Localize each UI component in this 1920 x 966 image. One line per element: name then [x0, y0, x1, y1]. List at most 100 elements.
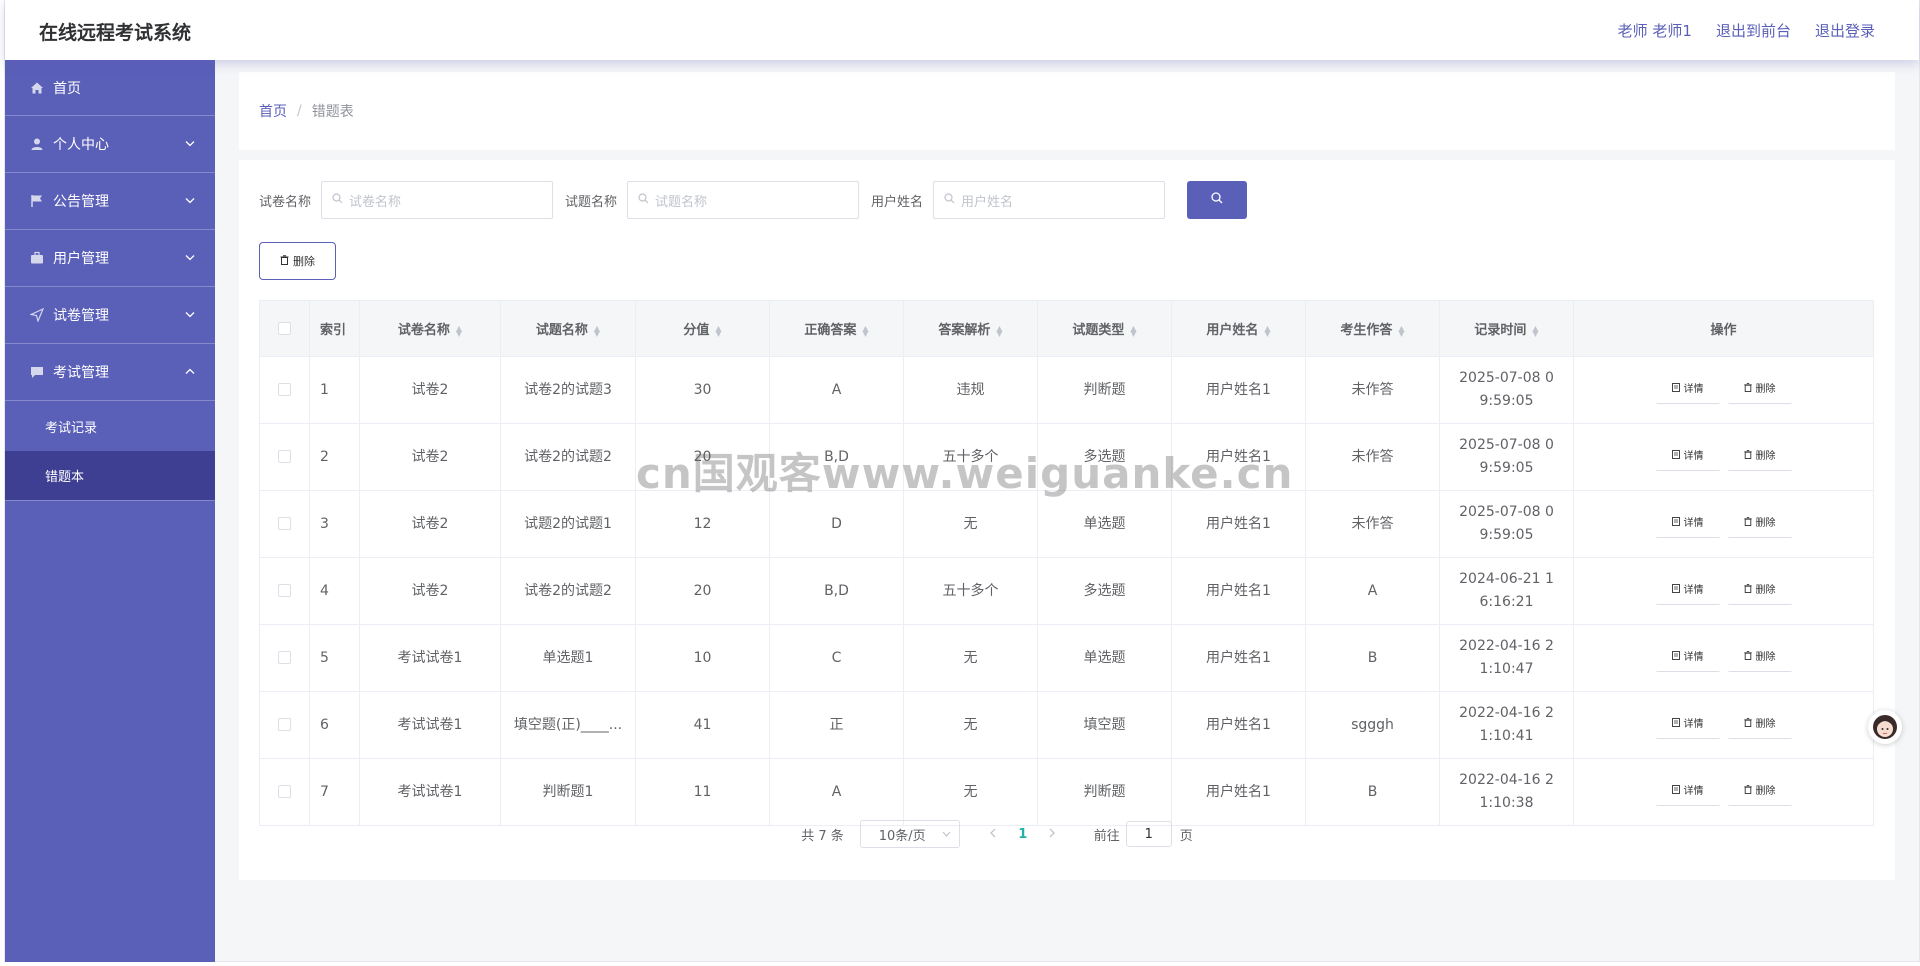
row-checkbox-cell[interactable]	[259, 624, 310, 692]
sidebar-item-home[interactable]: 首页	[5, 60, 215, 116]
row-checkbox-cell[interactable]	[259, 423, 310, 491]
sidebar-item-exams[interactable]: 考试管理	[5, 344, 215, 401]
document-icon	[1671, 445, 1680, 468]
row-checkbox-cell[interactable]	[259, 691, 310, 759]
sidebar-item-notice[interactable]: 公告管理	[5, 173, 215, 230]
sort-icon[interactable]: ▲ ▼	[1532, 324, 1538, 337]
sort-icon[interactable]: ▲ ▼	[862, 324, 868, 337]
sort-icon[interactable]: ▲ ▼	[715, 324, 721, 337]
trash-icon	[1743, 646, 1752, 669]
cell-actions: 详情 删除	[1573, 758, 1874, 826]
row-checkbox[interactable]	[278, 651, 291, 664]
prev-page-button[interactable]	[978, 827, 1008, 842]
cell-score: 10	[635, 624, 770, 692]
delete-button[interactable]: 删除	[1727, 510, 1792, 538]
detail-button[interactable]: 详情	[1655, 376, 1720, 404]
goto-suffix: 页	[1179, 828, 1193, 844]
next-page-button[interactable]	[1038, 827, 1068, 842]
question-name-input[interactable]: 试题名称	[627, 181, 860, 219]
delete-label: 删除	[1755, 786, 1776, 797]
logout-link[interactable]: 退出登录	[1815, 20, 1875, 41]
select-all-checkbox-cell[interactable]	[259, 300, 310, 357]
col-answer[interactable]: 正确答案 ▲ ▼	[769, 300, 904, 357]
row-checkbox-cell[interactable]	[259, 758, 310, 826]
detail-button[interactable]: 详情	[1655, 644, 1720, 672]
cell-paper: 考试试卷1	[359, 691, 501, 759]
page-number-current[interactable]: 1	[1008, 827, 1038, 842]
sort-icon[interactable]: ▲ ▼	[996, 324, 1002, 337]
paper-name-input[interactable]: 试卷名称	[321, 181, 554, 219]
col-label: 正确答案	[804, 323, 857, 338]
cell-time: 2022-04-16 21:10:47	[1439, 624, 1574, 692]
col-response[interactable]: 考生作答 ▲ ▼	[1305, 300, 1440, 357]
batch-delete-button[interactable]: 删除	[259, 242, 336, 280]
breadcrumb-home[interactable]: 首页	[259, 101, 287, 121]
sort-icon[interactable]: ▲ ▼	[1398, 324, 1404, 337]
row-checkbox[interactable]	[278, 785, 291, 798]
sidebar-subitem-exam-records[interactable]: 考试记录	[5, 401, 215, 451]
delete-button[interactable]: 删除	[1727, 778, 1792, 806]
delete-button[interactable]: 删除	[1727, 443, 1792, 471]
sidebar-item-papers[interactable]: 试卷管理	[5, 287, 215, 344]
cell-analysis: 五十多个	[903, 557, 1038, 625]
cell-answer: A	[769, 758, 904, 826]
search-icon	[1211, 192, 1223, 208]
row-checkbox[interactable]	[278, 383, 291, 396]
delete-button[interactable]: 删除	[1727, 577, 1792, 605]
row-checkbox-cell[interactable]	[259, 557, 310, 625]
select-all-checkbox[interactable]	[278, 322, 291, 335]
home-icon	[29, 80, 45, 96]
current-user-label[interactable]: 老师 老师1	[1618, 20, 1692, 41]
search-button[interactable]	[1187, 181, 1248, 219]
document-icon	[1671, 780, 1680, 803]
cell-type: 单选题	[1037, 624, 1172, 692]
question-name-placeholder: 试题名称	[655, 194, 708, 210]
sidebar-subitem-wrong-book[interactable]: 错题本	[5, 451, 215, 501]
goto-page-input[interactable]: 1	[1125, 821, 1172, 847]
page-size-select[interactable]: 10条/页	[859, 820, 960, 848]
delete-button[interactable]: 删除	[1727, 644, 1792, 672]
cell-time: 2022-04-16 21:10:41	[1439, 691, 1574, 759]
sort-icon[interactable]: ▲ ▼	[594, 324, 600, 337]
row-checkbox[interactable]	[278, 450, 291, 463]
col-user[interactable]: 用户姓名 ▲ ▼	[1171, 300, 1306, 357]
row-actions: 详情 删除	[1655, 778, 1792, 806]
detail-button[interactable]: 详情	[1655, 711, 1720, 739]
col-analysis[interactable]: 答案解析 ▲ ▼	[903, 300, 1038, 357]
sidebar-item-label: 用户管理	[53, 251, 109, 267]
col-paper[interactable]: 试卷名称 ▲ ▼	[359, 300, 501, 357]
row-checkbox[interactable]	[278, 718, 291, 731]
col-type[interactable]: 试题类型 ▲ ▼	[1037, 300, 1172, 357]
cell-time: 2025-07-08 09:59:05	[1439, 490, 1574, 558]
detail-label: 详情	[1683, 451, 1704, 462]
col-question[interactable]: 试题名称 ▲ ▼	[500, 300, 636, 357]
cell-score: 41	[635, 691, 770, 759]
detail-button[interactable]: 详情	[1655, 510, 1720, 538]
cell-paper: 试卷2	[359, 557, 501, 625]
delete-button[interactable]: 删除	[1727, 711, 1792, 739]
user-name-input[interactable]: 用户姓名	[933, 181, 1166, 219]
sidebar-item-personal-center[interactable]: 个人中心	[5, 116, 215, 173]
sort-icon[interactable]: ▲ ▼	[1264, 324, 1270, 337]
row-checkbox[interactable]	[278, 517, 291, 530]
col-score[interactable]: 分值 ▲ ▼	[635, 300, 770, 357]
row-checkbox-cell[interactable]	[259, 356, 310, 424]
row-checkbox[interactable]	[278, 584, 291, 597]
document-icon	[1671, 378, 1680, 401]
sidebar-item-users[interactable]: 用户管理	[5, 230, 215, 287]
cell-response: sgggh	[1305, 691, 1440, 759]
col-time[interactable]: 记录时间 ▲ ▼	[1439, 300, 1574, 357]
cell-user: 用户姓名1	[1171, 624, 1306, 692]
detail-button[interactable]: 详情	[1655, 443, 1720, 471]
delete-button[interactable]: 删除	[1727, 376, 1792, 404]
detail-button[interactable]: 详情	[1655, 577, 1720, 605]
assistant-avatar-icon[interactable]	[1868, 710, 1902, 744]
cell-index: 4	[309, 557, 360, 625]
document-icon	[1671, 713, 1680, 736]
cell-answer: 正	[769, 691, 904, 759]
sort-icon[interactable]: ▲ ▼	[1130, 324, 1136, 337]
row-checkbox-cell[interactable]	[259, 490, 310, 558]
sort-icon[interactable]: ▲ ▼	[456, 324, 462, 337]
back-to-frontend-link[interactable]: 退出到前台	[1716, 20, 1791, 41]
detail-button[interactable]: 详情	[1655, 778, 1720, 806]
